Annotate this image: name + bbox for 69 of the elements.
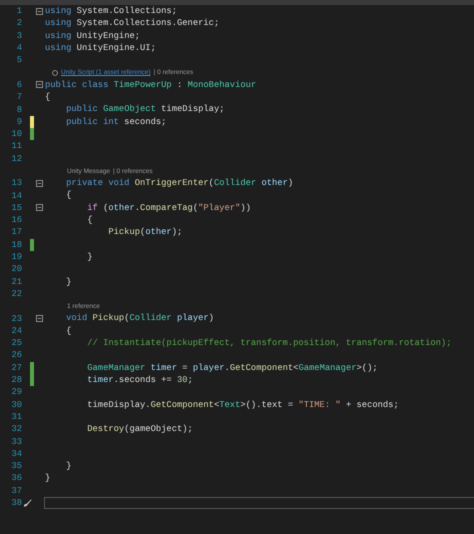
code-line: public GameObject timeDisplay; [65, 103, 225, 116]
line-number: 11 [10, 141, 22, 152]
code-line: { [86, 214, 93, 226]
line-number: 32 [10, 424, 22, 434]
code-line: public int seconds; [65, 116, 166, 128]
code-line: } [65, 276, 72, 288]
line-number: 2 [16, 18, 22, 28]
brush-icon[interactable] [23, 498, 32, 508]
code-line: using UnityEngine.UI; [45, 42, 156, 54]
collapse-icon[interactable] [36, 315, 43, 322]
code-line: { [45, 91, 50, 104]
line-number: 26 [10, 350, 22, 360]
line-number: 24 [10, 326, 22, 336]
code-line: GameManager timer = player.GetComponent<GameManager>(); [86, 362, 378, 374]
line-number: 35 [10, 461, 22, 472]
line-number: 36 [10, 473, 22, 484]
line-number: 17 [10, 227, 22, 238]
collapse-icon[interactable] [36, 180, 43, 187]
line-number: 22 [10, 288, 22, 299]
code-line: private void OnTriggerEnter(Collider other) [65, 177, 294, 190]
code-line: public class TimePowerUp : MonoBehaviour [45, 78, 256, 92]
collapse-icon[interactable] [36, 8, 43, 15]
line-number: 12 [10, 154, 22, 164]
line-number: 5 [16, 55, 22, 66]
code-line: using System.Collections; [45, 5, 177, 18]
code-line: using System.Collections.Generic; [45, 17, 220, 30]
input-field[interactable] [44, 497, 474, 510]
line-number: 25 [10, 338, 22, 348]
line-number: 4 [16, 43, 22, 54]
code-line: // Instantiate(pickupEffect, transform.position, transform.rotation); [86, 337, 452, 350]
code-line: Pickup(other); [107, 226, 182, 239]
code-line: void Pickup(Collider player) [65, 312, 214, 325]
collapse-icon[interactable] [36, 204, 43, 212]
code-line: { [65, 324, 72, 338]
line-number: 27 [10, 362, 22, 373]
line-number: 15 [10, 202, 22, 213]
code-line: } [65, 460, 72, 472]
line-number: 38 [10, 498, 22, 508]
code-line: } [45, 472, 50, 485]
code-line: timer.seconds += 30; [86, 374, 193, 386]
line-number: 9 [16, 116, 22, 127]
line-number: 7 [16, 92, 22, 102]
collapse-icon[interactable] [36, 81, 43, 88]
code-line: if (other.CompareTag("Player")) [86, 202, 251, 214]
line-number: 33 [10, 436, 22, 447]
code-line: Destroy(gameObject); [86, 423, 193, 436]
line-number: 8 [16, 104, 22, 115]
line-number: 10 [10, 129, 22, 140]
code-line: } [86, 250, 93, 264]
line-number: 20 [10, 264, 22, 274]
line-number: 23 [10, 314, 22, 324]
line-number: 16 [10, 215, 22, 226]
line-number: 29 [10, 387, 22, 398]
line-number: 28 [10, 375, 22, 386]
code-line: using UnityEngine; [45, 30, 140, 42]
line-number: 13 [10, 178, 22, 188]
line-number: 6 [16, 80, 22, 90]
line-number: 19 [10, 252, 22, 262]
line-number: 37 [10, 486, 22, 496]
code-line: { [65, 189, 72, 202]
line-number: 30 [10, 400, 22, 410]
line-number: 21 [10, 276, 22, 287]
line-number: 34 [10, 448, 22, 459]
code-line: timeDisplay.GetComponent<Text>().text = "TIME: " + seconds; [86, 398, 399, 411]
line-number: 14 [10, 190, 22, 201]
line-number: 18 [10, 240, 22, 250]
line-number: 3 [16, 30, 22, 41]
line-number: 1 [16, 6, 22, 16]
line-number: 31 [10, 412, 22, 422]
